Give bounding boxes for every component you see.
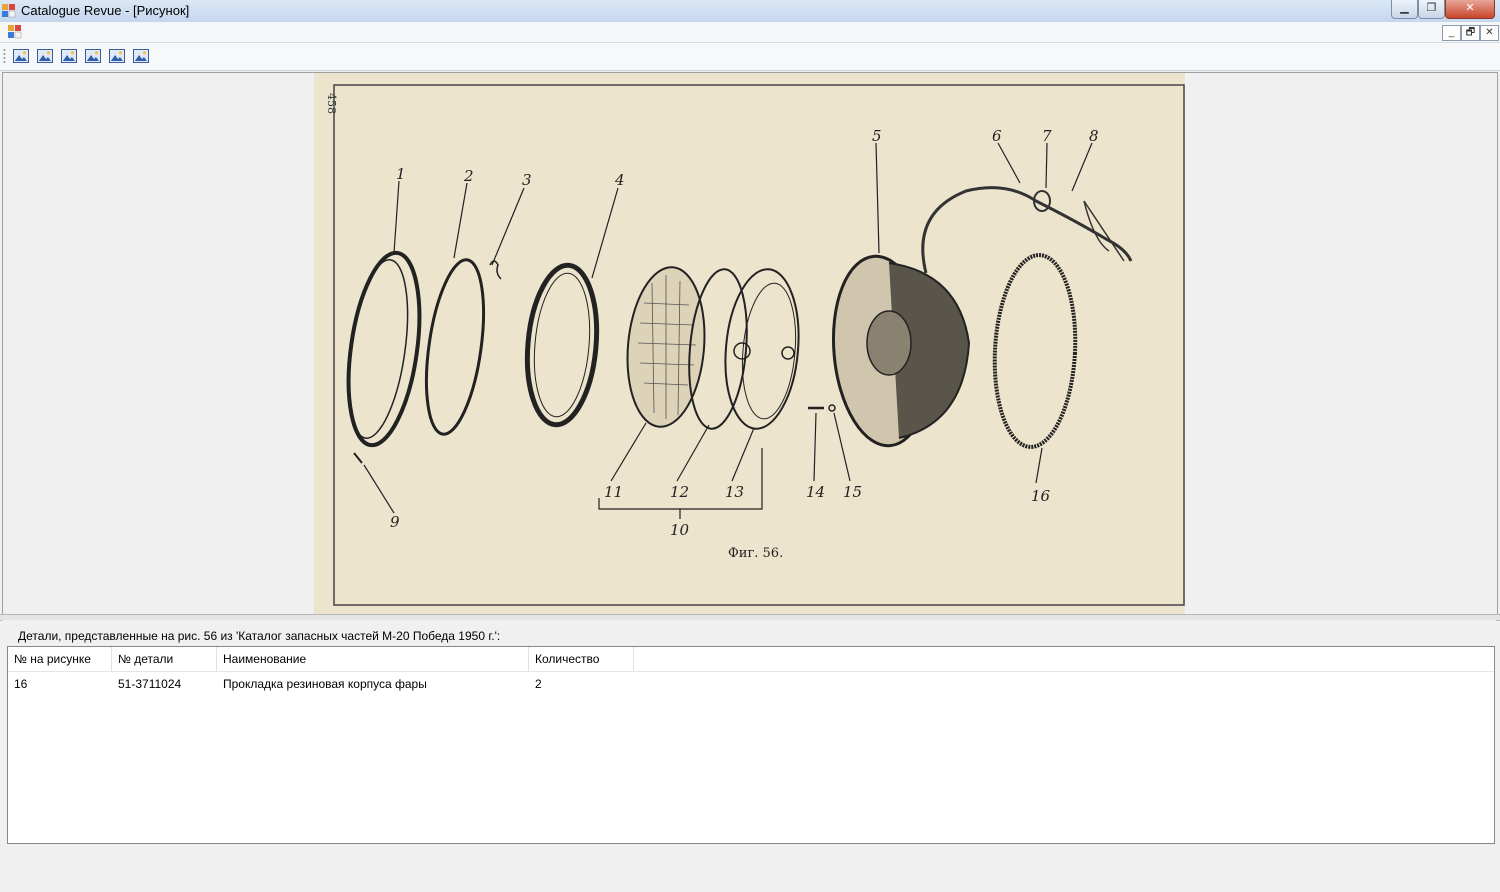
column-header-figure-number[interactable]: № на рисунке	[8, 647, 112, 671]
window-title: Catalogue Revue - [Рисунок]	[21, 3, 190, 18]
callout-5: 5	[872, 127, 882, 145]
callout-9: 9	[390, 513, 400, 531]
cell-part-number: 51-3711024	[118, 677, 182, 691]
close-icon: ✕	[1465, 2, 1475, 14]
column-header-part-number[interactable]: № детали	[112, 647, 217, 671]
mdi-menubar: _ 🗗 ✕	[0, 22, 1500, 43]
details-pane: Детали, представленные на рис. 56 из 'Ка…	[2, 620, 1496, 892]
callout-16: 16	[1031, 487, 1051, 505]
callout-10: 10	[670, 521, 690, 539]
app-icon	[2, 4, 16, 18]
part-1-rim	[346, 250, 422, 448]
part-3-spring	[489, 260, 502, 280]
details-caption: Детали, представленные на рис. 56 из 'Ка…	[18, 629, 501, 643]
callout-6: 6	[992, 127, 1002, 145]
part-4-mounting-ring	[524, 262, 600, 428]
maximize-button[interactable]: ❐	[1418, 0, 1445, 19]
callout-15: 15	[843, 483, 862, 501]
callout-7: 7	[1042, 127, 1052, 145]
figure-caption: Фиг. 56.	[728, 546, 783, 561]
picture-pane: 4 5 8 1 2 3 4 5 6 7 8 9 10 11 12 13 14 15 …	[2, 72, 1498, 616]
column-header-quantity[interactable]: Количество	[529, 647, 634, 671]
part-9-screw	[353, 452, 363, 464]
listview-header: № на рисунке № детали Наименование Колич…	[8, 647, 1494, 672]
picture-icon[interactable]	[61, 48, 77, 64]
callout-4: 4	[614, 171, 625, 189]
picture-icon[interactable]	[133, 48, 149, 64]
part-11-lens	[626, 266, 706, 428]
cell-name: Прокладка резиновая корпуса фары	[223, 677, 427, 691]
picture-icon[interactable]	[109, 48, 125, 64]
close-icon: ✕	[1485, 27, 1494, 38]
callout-2: 2	[463, 167, 474, 185]
callout-14: 14	[806, 483, 825, 501]
callout-13: 13	[725, 483, 744, 501]
callout-12: 12	[670, 483, 689, 501]
picture-icon[interactable]	[13, 48, 29, 64]
cell-figure-number: 16	[14, 677, 28, 691]
mdi-minimize-button[interactable]: _	[1442, 25, 1461, 41]
part-5-housing	[831, 254, 971, 448]
callout-1: 1	[396, 165, 406, 183]
restore-icon: 🗗	[1465, 27, 1476, 38]
minimize-icon: ▁	[1400, 2, 1409, 14]
maximize-icon: ❐	[1426, 2, 1437, 14]
close-button[interactable]: ✕	[1445, 0, 1495, 19]
details-listview[interactable]: № на рисунке № детали Наименование Колич…	[7, 646, 1495, 844]
minimize-icon: _	[1448, 27, 1455, 38]
callout-3: 3	[522, 171, 532, 189]
column-header-name[interactable]: Наименование	[217, 647, 529, 671]
minimize-button[interactable]: ▁	[1391, 0, 1418, 19]
toolbar-grip[interactable]	[3, 48, 6, 64]
mdi-restore-button[interactable]: 🗗	[1461, 25, 1480, 41]
window-titlebar: Catalogue Revue - [Рисунок] ▁ ❐ ✕	[0, 0, 1500, 23]
callout-8: 8	[1089, 127, 1099, 145]
part-2-gasket	[424, 258, 486, 436]
figure-frame	[333, 84, 1185, 606]
page-number: 458	[325, 93, 338, 114]
picture-icon[interactable]	[37, 48, 53, 64]
catalogue-figure[interactable]: 4 5 8 1 2 3 4 5 6 7 8 9 10 11 12 13 14 15 …	[314, 73, 1185, 614]
cell-quantity: 2	[535, 677, 542, 691]
mdi-child-icon[interactable]	[8, 25, 22, 39]
exploded-headlamp-drawing: 4 5 8 1 2 3 4 5 6 7 8 9 10 11 12 13 14 15 …	[325, 84, 1185, 606]
part-16-gasket	[992, 253, 1078, 449]
part-15-washer	[828, 404, 836, 412]
picture-icon[interactable]	[85, 48, 101, 64]
callout-11: 11	[604, 483, 623, 501]
toolbar	[0, 43, 1500, 71]
mdi-close-button[interactable]: ✕	[1480, 25, 1499, 41]
